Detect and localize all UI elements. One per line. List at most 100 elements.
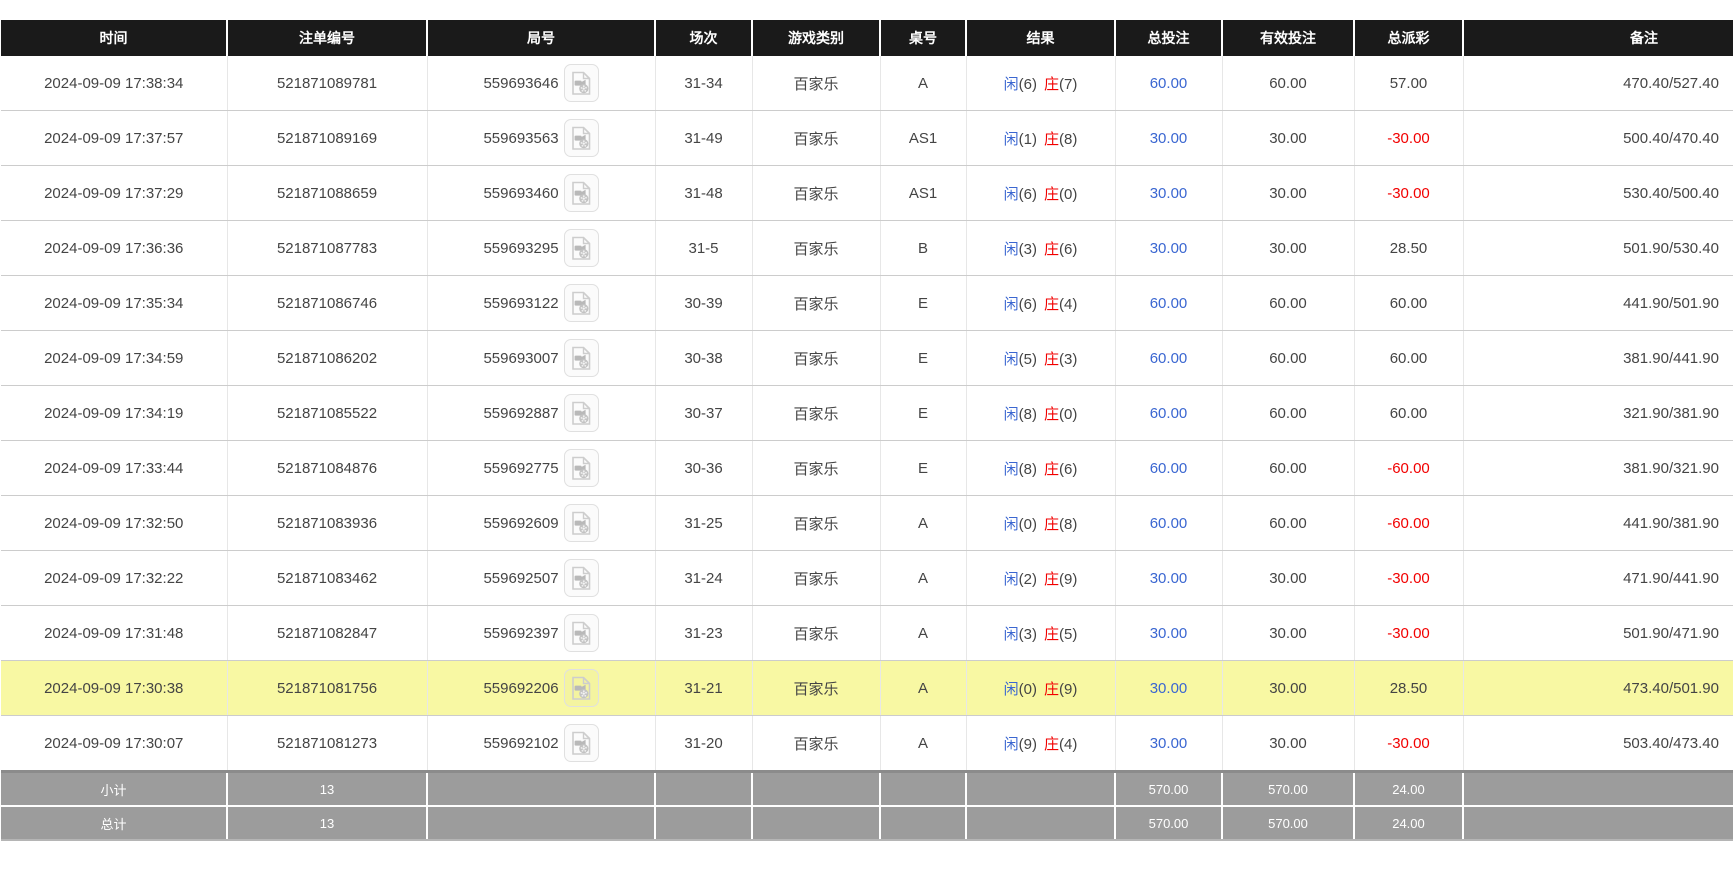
cell-remark: 441.90/381.90 xyxy=(1463,496,1733,551)
cell-valid-bet: 30.00 xyxy=(1222,661,1354,716)
result-player-score: (6) xyxy=(1019,186,1037,203)
cell-game-type: 百家乐 xyxy=(752,716,880,772)
video-replay-button[interactable] xyxy=(564,504,599,542)
cell-time: 2024-09-09 17:35:34 xyxy=(1,276,227,331)
result-banker-score: (6) xyxy=(1059,241,1077,258)
cell-valid-bet: 60.00 xyxy=(1222,331,1354,386)
cell-round-id: 559693563 xyxy=(427,111,655,166)
subtotal-empty-game xyxy=(752,772,880,807)
cell-time: 2024-09-09 17:32:22 xyxy=(1,551,227,606)
table-row: 2024-09-09 17:34:19 521871085522 5596928… xyxy=(1,386,1733,441)
cell-valid-bet: 30.00 xyxy=(1222,551,1354,606)
cell-result: 闲(8)庄(0) xyxy=(966,386,1115,441)
cell-table-no: A xyxy=(880,56,966,111)
cell-total-bet: 60.00 xyxy=(1115,331,1222,386)
cell-session: 31-23 xyxy=(655,606,752,661)
cell-time: 2024-09-09 17:36:36 xyxy=(1,221,227,276)
result-banker-label: 庄 xyxy=(1044,681,1059,698)
result-banker-score: (9) xyxy=(1059,681,1077,698)
result-player-label: 闲 xyxy=(1004,296,1019,313)
cell-game-type: 百家乐 xyxy=(752,56,880,111)
cell-round-id: 559693007 xyxy=(427,331,655,386)
cell-game-type: 百家乐 xyxy=(752,441,880,496)
table-row: 2024-09-09 17:32:50 521871083936 5596926… xyxy=(1,496,1733,551)
video-replay-button[interactable] xyxy=(564,559,599,597)
cell-payout: 57.00 xyxy=(1354,56,1463,111)
video-file-icon xyxy=(570,291,592,316)
cell-game-type: 百家乐 xyxy=(752,551,880,606)
round-id-text: 559692206 xyxy=(483,680,558,697)
result-banker-score: (4) xyxy=(1059,736,1077,753)
result-banker-label: 庄 xyxy=(1044,131,1059,148)
result-player-label: 闲 xyxy=(1004,186,1019,203)
cell-round-id: 559693295 xyxy=(427,221,655,276)
cell-table-no: AS1 xyxy=(880,166,966,221)
result-banker-label: 庄 xyxy=(1044,736,1059,753)
cell-session: 31-5 xyxy=(655,221,752,276)
video-replay-button[interactable] xyxy=(564,614,599,652)
table-row: 2024-09-09 17:37:29 521871088659 5596934… xyxy=(1,166,1733,221)
video-file-icon xyxy=(570,566,592,591)
cell-table-no: E xyxy=(880,441,966,496)
cell-remark: 470.40/527.40 xyxy=(1463,56,1733,111)
cell-payout: -30.00 xyxy=(1354,606,1463,661)
result-player-score: (6) xyxy=(1019,296,1037,313)
total-label: 总计 xyxy=(1,806,227,840)
result-banker-score: (6) xyxy=(1059,461,1077,478)
cell-session: 30-36 xyxy=(655,441,752,496)
cell-round-id: 559692887 xyxy=(427,386,655,441)
video-replay-button[interactable] xyxy=(564,229,599,267)
round-id-text: 559692102 xyxy=(483,735,558,752)
table-row: 2024-09-09 17:37:57 521871089169 5596935… xyxy=(1,111,1733,166)
cell-payout: 28.50 xyxy=(1354,661,1463,716)
video-replay-button[interactable] xyxy=(564,174,599,212)
header-bet-id: 注单编号 xyxy=(227,20,427,56)
cell-total-bet: 60.00 xyxy=(1115,276,1222,331)
total-row: 总计 13 570.00 570.00 24.00 xyxy=(1,806,1733,840)
table-row: 2024-09-09 17:31:48 521871082847 5596923… xyxy=(1,606,1733,661)
cell-remark: 381.90/441.90 xyxy=(1463,331,1733,386)
cell-game-type: 百家乐 xyxy=(752,606,880,661)
video-replay-button[interactable] xyxy=(564,394,599,432)
video-replay-button[interactable] xyxy=(564,64,599,102)
result-player-label: 闲 xyxy=(1004,626,1019,643)
video-file-icon xyxy=(570,676,592,701)
result-banker-label: 庄 xyxy=(1044,351,1059,368)
result-banker-score: (8) xyxy=(1059,131,1077,148)
result-banker-label: 庄 xyxy=(1044,296,1059,313)
cell-total-bet: 30.00 xyxy=(1115,661,1222,716)
result-banker-label: 庄 xyxy=(1044,626,1059,643)
cell-total-bet: 60.00 xyxy=(1115,386,1222,441)
total-valid-bet: 570.00 xyxy=(1222,806,1354,840)
round-id-text: 559692397 xyxy=(483,625,558,642)
subtotal-valid-bet: 570.00 xyxy=(1222,772,1354,807)
total-total-bet: 570.00 xyxy=(1115,806,1222,840)
cell-bet-id: 521871081756 xyxy=(227,661,427,716)
subtotal-empty-round xyxy=(427,772,655,807)
cell-session: 31-48 xyxy=(655,166,752,221)
video-replay-button[interactable] xyxy=(564,449,599,487)
cell-table-no: A xyxy=(880,551,966,606)
table-row: 2024-09-09 17:38:34 521871089781 5596936… xyxy=(1,56,1733,111)
cell-table-no: A xyxy=(880,661,966,716)
cell-valid-bet: 30.00 xyxy=(1222,221,1354,276)
video-replay-button[interactable] xyxy=(564,724,599,762)
video-replay-button[interactable] xyxy=(564,119,599,157)
cell-bet-id: 521871084876 xyxy=(227,441,427,496)
table-row: 2024-09-09 17:32:22 521871083462 5596925… xyxy=(1,551,1733,606)
cell-result: 闲(3)庄(5) xyxy=(966,606,1115,661)
video-replay-button[interactable] xyxy=(564,284,599,322)
cell-remark: 473.40/501.90 xyxy=(1463,661,1733,716)
cell-round-id: 559692609 xyxy=(427,496,655,551)
cell-remark: 321.90/381.90 xyxy=(1463,386,1733,441)
result-banker-label: 庄 xyxy=(1044,241,1059,258)
cell-time: 2024-09-09 17:37:57 xyxy=(1,111,227,166)
cell-payout: 60.00 xyxy=(1354,276,1463,331)
video-replay-button[interactable] xyxy=(564,339,599,377)
cell-result: 闲(8)庄(6) xyxy=(966,441,1115,496)
cell-session: 30-37 xyxy=(655,386,752,441)
cell-session: 30-38 xyxy=(655,331,752,386)
video-replay-button[interactable] xyxy=(564,669,599,707)
result-banker-score: (7) xyxy=(1059,76,1077,93)
cell-round-id: 559692397 xyxy=(427,606,655,661)
